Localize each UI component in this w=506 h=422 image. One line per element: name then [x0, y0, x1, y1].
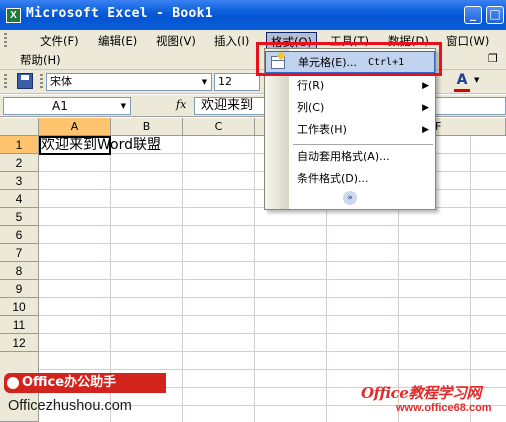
row-header[interactable]: 2 [0, 154, 39, 172]
window-title: Microsoft Excel - Book1 [26, 6, 213, 21]
cell-a1-value: 欢迎来到Word联盟 [41, 137, 161, 153]
name-box-dropdown-icon[interactable]: ▼ [121, 98, 126, 114]
menu-edit[interactable]: 编辑(E) [94, 32, 141, 50]
menu-item-conditional-format[interactable]: 条件格式(D)... [265, 168, 435, 190]
menu-item-column[interactable]: 列(C) ▶ [265, 97, 435, 119]
row-header[interactable]: 5 [0, 208, 39, 226]
menu-item-row[interactable]: 行(R) ▶ [265, 75, 435, 97]
menu-file[interactable]: 文件(F) [36, 32, 83, 50]
menu-view[interactable]: 视图(V) [152, 32, 200, 50]
toolbar-grip[interactable] [4, 74, 7, 90]
row-header[interactable]: 4 [0, 190, 39, 208]
highlight-annotation-box [256, 42, 442, 76]
font-name-value: 宋体 [50, 75, 72, 88]
row-header[interactable]: 1 [0, 136, 39, 154]
save-icon[interactable] [17, 73, 33, 89]
menu-item-sheet[interactable]: 工作表(H) ▶ [265, 119, 435, 141]
font-color-icon[interactable]: A [454, 72, 470, 92]
menubar-grip[interactable] [4, 33, 7, 49]
submenu-arrow-icon: ▶ [422, 125, 429, 135]
font-name-select[interactable]: 宋体 ▼ [46, 73, 212, 91]
row-header[interactable]: 9 [0, 280, 39, 298]
watermark-url-left: Officezhushou.com [8, 398, 132, 414]
menu-item-label: 工作表(H) [297, 123, 347, 136]
toolbar-grip-2[interactable] [40, 74, 43, 90]
column-header-c[interactable]: C [183, 118, 255, 136]
insert-function-icon[interactable]: fx [176, 98, 186, 111]
maximize-button[interactable]: □ [486, 6, 504, 24]
font-color-dropdown-icon[interactable]: ▼ [474, 76, 479, 84]
row-header[interactable]: 7 [0, 244, 39, 262]
menu-insert[interactable]: 插入(I) [210, 32, 253, 50]
title-bar: X Microsoft Excel - Book1 _ □ [0, 0, 506, 30]
menu-separator [293, 144, 433, 145]
submenu-arrow-icon: ▶ [422, 103, 429, 113]
menu-window[interactable]: 窗口(W) [442, 32, 493, 50]
excel-app-icon[interactable]: X [6, 8, 21, 23]
row-header[interactable]: 10 [0, 298, 39, 316]
name-box-value: A1 [52, 99, 68, 113]
menu-item-label: 自动套用格式(A)... [297, 150, 390, 163]
row-header[interactable]: 6 [0, 226, 39, 244]
row-header[interactable]: 8 [0, 262, 39, 280]
column-header-a[interactable]: A [39, 118, 111, 136]
select-all-corner[interactable] [0, 118, 39, 136]
minimize-button[interactable]: _ [464, 6, 482, 24]
chevron-down-icon[interactable]: ▼ [199, 75, 210, 89]
submenu-arrow-icon: ▶ [422, 81, 429, 91]
name-box[interactable]: A1 ▼ [3, 97, 131, 115]
menu-item-label: 行(R) [297, 79, 325, 92]
menu-item-label: 条件格式(D)... [297, 172, 369, 185]
row-header[interactable]: 11 [0, 316, 39, 334]
watermark-site-name: Office教程学习网 [361, 384, 481, 402]
office-assistant-logo: Office办公助手 [4, 373, 166, 393]
menu-item-label: 列(C) [297, 101, 325, 114]
watermark-url-right: www.office68.com [396, 402, 492, 414]
row-header[interactable]: 3 [0, 172, 39, 190]
restore-icon[interactable]: ❐ [488, 52, 498, 65]
row-header[interactable]: 12 [0, 334, 39, 352]
font-size-select[interactable]: 12 [214, 73, 260, 91]
expand-menu-icon[interactable]: » [343, 191, 357, 205]
menu-item-autoformat[interactable]: 自动套用格式(A)... [265, 146, 435, 168]
column-header-b[interactable]: B [111, 118, 183, 136]
menu-help[interactable]: 帮助(H) [20, 51, 61, 69]
font-size-value: 12 [218, 75, 232, 88]
